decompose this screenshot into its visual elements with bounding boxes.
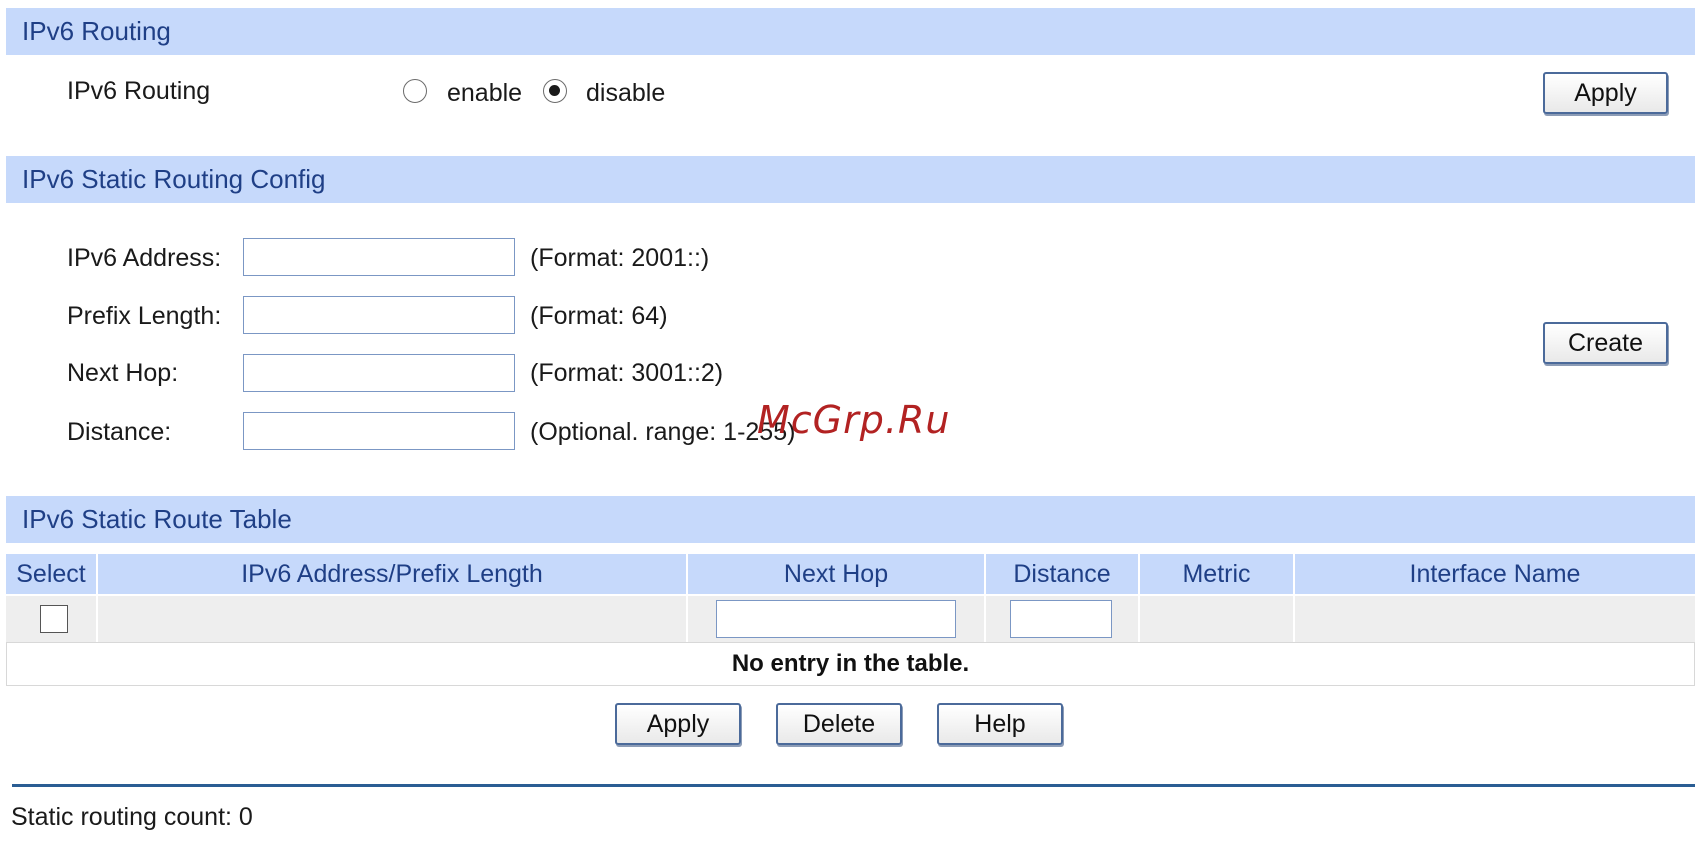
- routing-apply-button[interactable]: Apply: [1543, 72, 1668, 114]
- column-header-next-hop: Next Hop: [688, 554, 984, 594]
- prefix-length-input[interactable]: [243, 296, 515, 334]
- footer-divider: [12, 784, 1695, 787]
- filter-cell-select: [6, 596, 96, 642]
- filter-cell-address: [98, 596, 686, 642]
- static-routing-count: Static routing count: 0: [11, 803, 253, 831]
- distance-label: Distance:: [67, 418, 172, 446]
- table-apply-button[interactable]: Apply: [615, 703, 741, 745]
- select-all-checkbox[interactable]: [40, 605, 68, 633]
- help-button[interactable]: Help: [937, 703, 1063, 745]
- filter-cell-next-hop: [688, 596, 984, 642]
- radio-enable-label: enable: [447, 79, 523, 107]
- table-empty-message: No entry in the table.: [6, 642, 1695, 686]
- next-hop-filter-input[interactable]: [716, 600, 956, 638]
- ipv6-address-hint: (Format: 2001::): [530, 244, 710, 272]
- watermark-text: McGrp.Ru: [757, 398, 951, 442]
- distance-hint: (Optional. range: 1-255): [530, 418, 796, 446]
- distance-input[interactable]: [243, 412, 515, 450]
- filter-cell-interface: [1295, 596, 1695, 642]
- table-header-row: Select IPv6 Address/Prefix Length Next H…: [6, 554, 1695, 594]
- ipv6-routing-label: IPv6 Routing: [67, 77, 211, 105]
- section-header-ipv6-routing: IPv6 Routing: [6, 8, 1695, 55]
- column-header-interface-name: Interface Name: [1295, 554, 1695, 594]
- next-hop-label: Next Hop:: [67, 359, 179, 387]
- ipv6-address-label: IPv6 Address:: [67, 244, 222, 272]
- next-hop-input[interactable]: [243, 354, 515, 392]
- filter-cell-distance: [986, 596, 1138, 642]
- radio-enable[interactable]: [403, 79, 427, 103]
- ipv6-address-input[interactable]: [243, 238, 515, 276]
- radio-disable[interactable]: [543, 79, 567, 103]
- prefix-length-hint: (Format: 64): [530, 302, 668, 330]
- column-header-select: Select: [6, 554, 96, 594]
- radio-disable-label: disable: [586, 79, 666, 107]
- next-hop-hint: (Format: 3001::2): [530, 359, 724, 387]
- column-header-distance: Distance: [986, 554, 1138, 594]
- section-header-static-route-table: IPv6 Static Route Table: [6, 496, 1695, 543]
- distance-filter-input[interactable]: [1010, 600, 1112, 638]
- delete-button[interactable]: Delete: [776, 703, 902, 745]
- prefix-length-label: Prefix Length:: [67, 302, 222, 330]
- section-header-static-routing-config: IPv6 Static Routing Config: [6, 156, 1695, 203]
- create-button[interactable]: Create: [1543, 322, 1668, 364]
- column-header-metric: Metric: [1140, 554, 1293, 594]
- column-header-address-prefix: IPv6 Address/Prefix Length: [98, 554, 686, 594]
- filter-cell-metric: [1140, 596, 1293, 642]
